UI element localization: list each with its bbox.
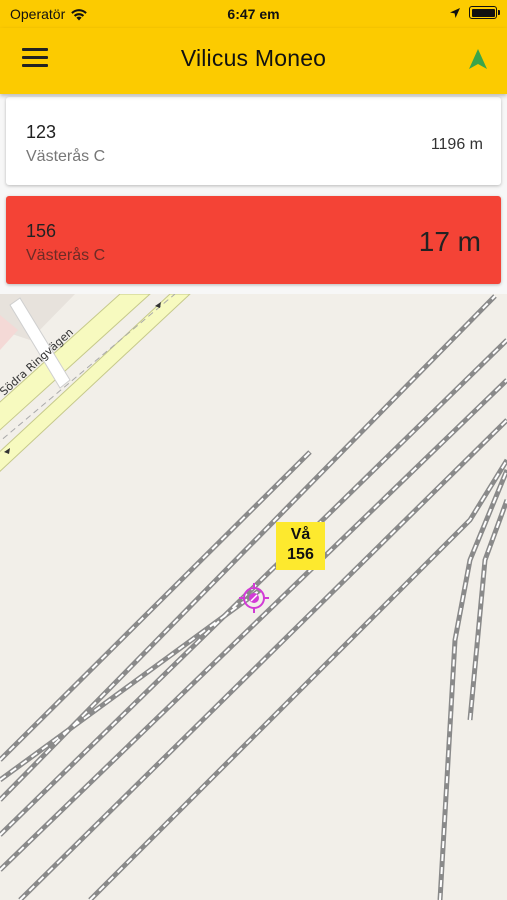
map-canvas[interactable]: Södra Ringvägen [0,294,507,900]
navigation-arrow-icon[interactable] [467,47,489,73]
train-number: 156 [26,221,57,241]
battery-icon [469,6,500,19]
train-position-label[interactable]: Vå 156 [276,522,325,570]
marker-train-number: 156 [287,546,314,563]
train-list: 123 Västerås C 1196 m 156 Västerås C 17 … [0,94,507,294]
location-services-icon [450,7,460,18]
train-number: 123 [26,122,57,142]
train-card-123[interactable]: 123 Västerås C 1196 m [6,97,501,185]
train-station: Västerås C [26,247,106,264]
train-distance: 1196 m [430,136,483,153]
train-station: Västerås C [26,148,106,165]
app-title: Vilicus Moneo [180,45,327,71]
marker-station-code: Vå [290,526,311,543]
app-bar: Vilicus Moneo [0,28,507,94]
train-card-156[interactable]: 156 Västerås C 17 m [6,196,501,284]
status-bar: Operatör 6:47 em [0,0,507,28]
status-time: 6:47 em [227,6,280,22]
train-distance: 17 m [418,226,481,257]
map-view[interactable]: Södra Ringvägen [0,294,507,900]
